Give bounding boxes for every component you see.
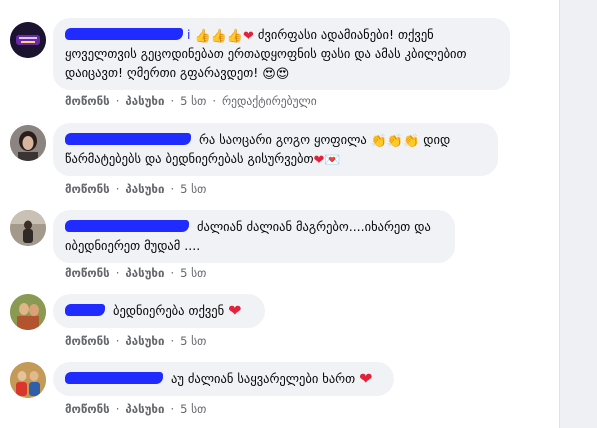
separator-dot: · [115, 94, 120, 108]
separator-dot: · [212, 94, 216, 108]
avatar[interactable] [10, 210, 46, 246]
comment-text: ბედნიერება თქვენ [112, 303, 225, 318]
comment-bubble: აუ ძალიან საყვარელები ხართ ❤ [53, 362, 394, 396]
comment-text: რა საოცარი გოგო ყოფილა [198, 132, 367, 147]
reply-link[interactable]: პასუხი [125, 182, 164, 196]
comment-actions: მოწონს · პასუხი · 5 სთ [65, 182, 206, 196]
heart-emoji-icon: ❤ [243, 29, 254, 44]
heart-emoji-icon: ❤ [228, 301, 242, 320]
reply-link[interactable]: პასუხი [125, 402, 164, 416]
separator-dot: · [115, 266, 120, 280]
timestamp[interactable]: 5 სთ [180, 182, 206, 196]
comment-actions: მოწონს · პასუხი · 5 სთ [65, 402, 206, 416]
avatar-image [10, 294, 46, 330]
avatar[interactable] [10, 125, 46, 161]
avatar[interactable] [10, 362, 46, 398]
redacted-author-name[interactable] [65, 304, 105, 316]
avatar-image [10, 125, 46, 161]
separator-dot: · [170, 182, 175, 196]
comment-text: ძალიან ძალიან მაგრებო....იხარეთ და [196, 219, 431, 234]
heart-eyes-emoji-icon: 😍😍 [262, 67, 290, 82]
right-sidebar [560, 0, 597, 428]
author-name-tail: i [187, 27, 191, 42]
separator-dot: · [115, 334, 120, 348]
heart-emoji-icon: ❤ [313, 153, 325, 168]
comment-actions: მოწონს · პასუხი · 5 სთ · რედაქტირებული [65, 94, 317, 108]
comment-text-line: ყოველთვის გეცოდინებათ ერთადყოფნის ფასი დ… [65, 46, 467, 61]
like-link[interactable]: მოწონს [65, 334, 110, 348]
comment-actions: მოწონს · პასუხი · 5 სთ [65, 266, 206, 280]
separator-dot: · [170, 334, 175, 348]
redacted-author-name[interactable] [65, 28, 183, 40]
separator-dot: · [170, 402, 175, 416]
like-link[interactable]: მოწონს [65, 266, 110, 280]
reply-link[interactable]: პასუხი [125, 334, 164, 348]
comment-bubble: ძალიან ძალიან მაგრებო....იხარეთ და იბედნ… [53, 210, 455, 263]
comment-actions: მოწონს · პასუხი · 5 სთ [65, 334, 206, 348]
avatar[interactable] [10, 22, 46, 58]
timestamp[interactable]: 5 სთ [180, 402, 206, 416]
redacted-author-name[interactable] [65, 220, 189, 232]
comment-text-line: დაიცავთ! ღმერთი გფარავდეთ! [65, 65, 259, 80]
timestamp[interactable]: 5 სთ [180, 266, 206, 280]
separator-dot: · [170, 94, 175, 108]
timestamp[interactable]: 5 სთ [180, 334, 206, 348]
like-link[interactable]: მოწონს [65, 182, 110, 196]
avatar-image [10, 210, 46, 246]
avatar-image [10, 22, 46, 58]
comment-text: ძვირფასი ადამიანები! თქვენ [257, 27, 434, 42]
redacted-author-name[interactable] [65, 133, 191, 145]
comment-bubble: რა საოცარი გოგო ყოფილა 👏👏👏 დიდ წარმატებე… [53, 123, 498, 176]
thumbs-up-emoji-icon: 👍👍👍 [194, 29, 244, 44]
comment-bubble: i 👍👍👍❤ ძვირფასი ადამიანები! თქვენ ყოველთ… [53, 18, 510, 90]
heart-emoji-icon: ❤ [359, 369, 373, 388]
reply-link[interactable]: პასუხი [125, 94, 164, 108]
comment-text-line: წარმატებებს და ბედნიერებას გისურვებთ [65, 151, 314, 166]
redacted-author-name[interactable] [65, 372, 163, 384]
separator-dot: · [170, 266, 175, 280]
separator-dot: · [115, 402, 120, 416]
avatar[interactable] [10, 294, 46, 330]
like-link[interactable]: მოწონს [65, 94, 110, 108]
separator-dot: · [115, 182, 120, 196]
love-letter-emoji-icon: 💌 [324, 153, 341, 168]
comment-text: დიდ [423, 132, 451, 147]
comment-text: აუ ძალიან საყვარელები ხართ [170, 371, 356, 386]
like-link[interactable]: მოწონს [65, 402, 110, 416]
edited-label[interactable]: რედაქტირებული [222, 94, 317, 108]
avatar-image [10, 362, 46, 398]
reply-link[interactable]: პასუხი [125, 266, 164, 280]
clapping-hands-emoji-icon: 👏👏👏 [370, 134, 420, 149]
timestamp[interactable]: 5 სთ [180, 94, 206, 108]
comment-bubble: ბედნიერება თქვენ ❤ [53, 294, 265, 328]
comment-text-line: იბედნიერეთ მუდამ .... [65, 238, 201, 253]
